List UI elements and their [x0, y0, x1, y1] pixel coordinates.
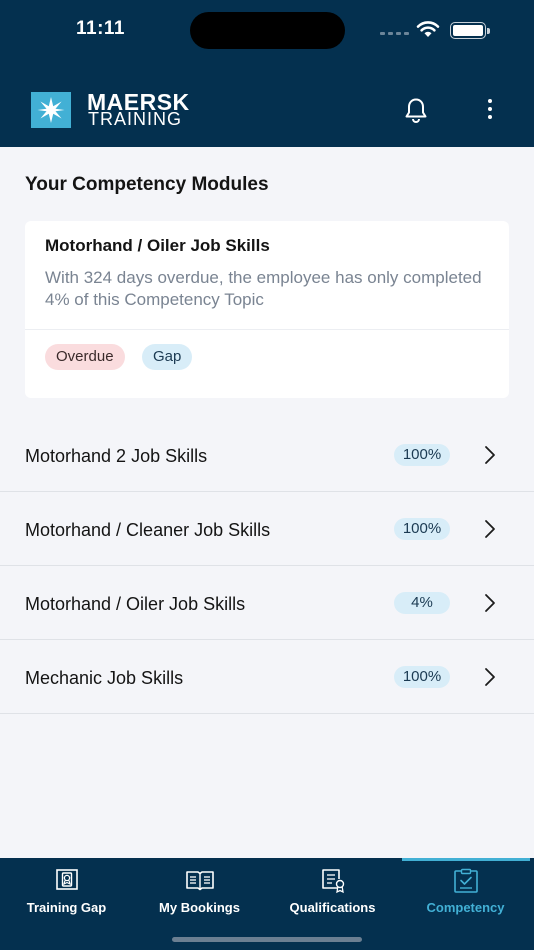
overdue-badge: Overdue	[45, 344, 125, 370]
tab-competency[interactable]: Competency	[399, 858, 532, 928]
module-label: Motorhand / Oiler Job Skills	[25, 594, 246, 614]
logo-subtitle: TRAINING	[88, 109, 183, 129]
status-time: 11:11	[76, 18, 125, 39]
module-row[interactable]: Motorhand / Oiler Job Skills 4%	[0, 566, 534, 640]
module-row[interactable]: Mechanic Job Skills 100%	[0, 640, 534, 714]
bottom-tab-bar: Training Gap My Bookings Qualifications	[0, 858, 534, 950]
battery-icon	[450, 22, 490, 39]
module-progress: 100%	[394, 518, 450, 540]
module-row[interactable]: Motorhand / Cleaner Job Skills 100%	[0, 492, 534, 566]
bell-icon[interactable]	[402, 96, 430, 124]
chevron-right-icon	[485, 668, 495, 686]
chevron-right-icon	[485, 594, 495, 612]
gap-badge: Gap	[142, 344, 193, 370]
card-divider	[25, 329, 509, 330]
clipboard-check-icon	[453, 868, 478, 893]
training-gap-icon	[55, 869, 78, 890]
chevron-right-icon	[485, 446, 495, 464]
more-vertical-icon[interactable]	[484, 99, 496, 119]
maersk-star-logo-icon	[31, 92, 71, 128]
module-label: Motorhand / Cleaner Job Skills	[25, 520, 271, 540]
module-label: Motorhand 2 Job Skills	[25, 446, 208, 466]
home-indicator[interactable]	[172, 937, 362, 942]
tab-training-gap[interactable]: Training Gap	[0, 858, 133, 928]
module-progress: 100%	[394, 444, 450, 466]
featured-module-description: With 324 days overdue, the employee has …	[45, 268, 482, 309]
wifi-icon	[416, 21, 440, 37]
module-progress: 4%	[394, 592, 450, 614]
module-label: Mechanic Job Skills	[25, 668, 184, 688]
featured-module-card[interactable]: Motorhand / Oiler Job Skills With 324 da…	[25, 221, 509, 398]
page-title: Your Competency Modules	[25, 174, 269, 195]
tab-label: Competency	[426, 900, 505, 915]
book-icon	[185, 871, 214, 891]
certificate-icon	[321, 869, 344, 894]
chevron-right-icon	[485, 520, 495, 538]
tab-qualifications[interactable]: Qualifications	[266, 858, 399, 928]
module-row[interactable]: Motorhand 2 Job Skills 100%	[0, 418, 534, 492]
featured-module-title: Motorhand / Oiler Job Skills	[45, 236, 270, 255]
module-progress: 100%	[394, 666, 450, 688]
tab-label: Qualifications	[289, 900, 376, 915]
dynamic-island	[190, 12, 345, 49]
tab-label: My Bookings	[159, 900, 240, 915]
tab-label: Training Gap	[26, 900, 107, 915]
tab-my-bookings[interactable]: My Bookings	[133, 858, 266, 928]
cellular-signal-icon	[380, 32, 409, 35]
app-header: 11:11 MAERSK TRAINING	[0, 0, 534, 147]
